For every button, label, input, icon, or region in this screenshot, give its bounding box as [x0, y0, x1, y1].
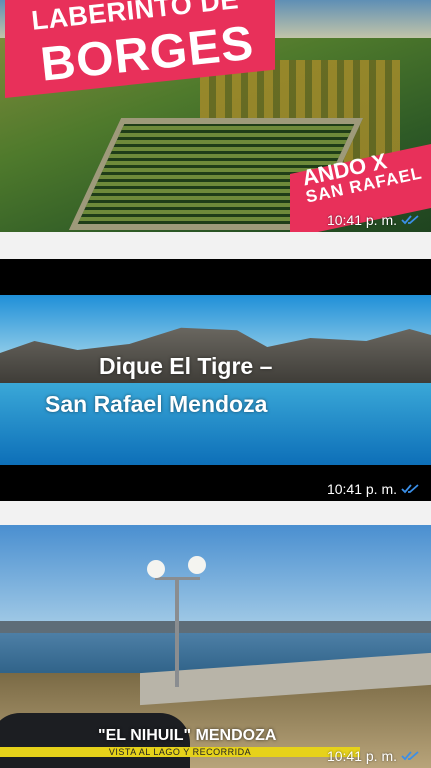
message-timestamp: 10:41 p. m. — [327, 481, 421, 497]
double-check-icon — [401, 484, 419, 494]
timestamp-text: 10:41 p. m. — [326, 481, 397, 497]
image-message-dique[interactable]: Dique El Tigre – San Rafael Mendoza 10:4… — [0, 259, 431, 501]
caption-line2: San Rafael Mendoza — [45, 391, 268, 417]
timestamp-text: 10:41 p. m. — [326, 212, 397, 228]
image-message-laberinto[interactable]: LABERINTO DE BORGES ANDO X SAN RAFAEL 10… — [0, 0, 431, 232]
double-check-icon — [401, 751, 419, 761]
double-check-icon — [401, 215, 419, 225]
message-timestamp: 10:41 p. m. — [327, 748, 421, 764]
video-frame: Dique El Tigre – San Rafael Mendoza — [0, 295, 431, 465]
lamp-globe — [188, 556, 206, 574]
lamp-pole — [175, 577, 179, 687]
message-gap — [0, 501, 431, 525]
timestamp-text: 10:41 p. m. — [326, 748, 397, 764]
lamp-globe — [147, 560, 165, 578]
sky-area — [0, 525, 431, 635]
caption-line1: Dique El Tigre – — [99, 353, 273, 379]
message-gap — [0, 232, 431, 259]
caption-main: "EL NIHUIL" MENDOZA — [98, 727, 277, 744]
lamp-arm — [155, 577, 200, 580]
message-timestamp: 10:41 p. m. — [327, 212, 421, 228]
image-message-nihuil[interactable]: "EL NIHUIL" MENDOZA VISTA AL LAGO Y RECO… — [0, 525, 431, 768]
caption-sub: VISTA AL LAGO Y RECORRIDA — [0, 747, 360, 757]
